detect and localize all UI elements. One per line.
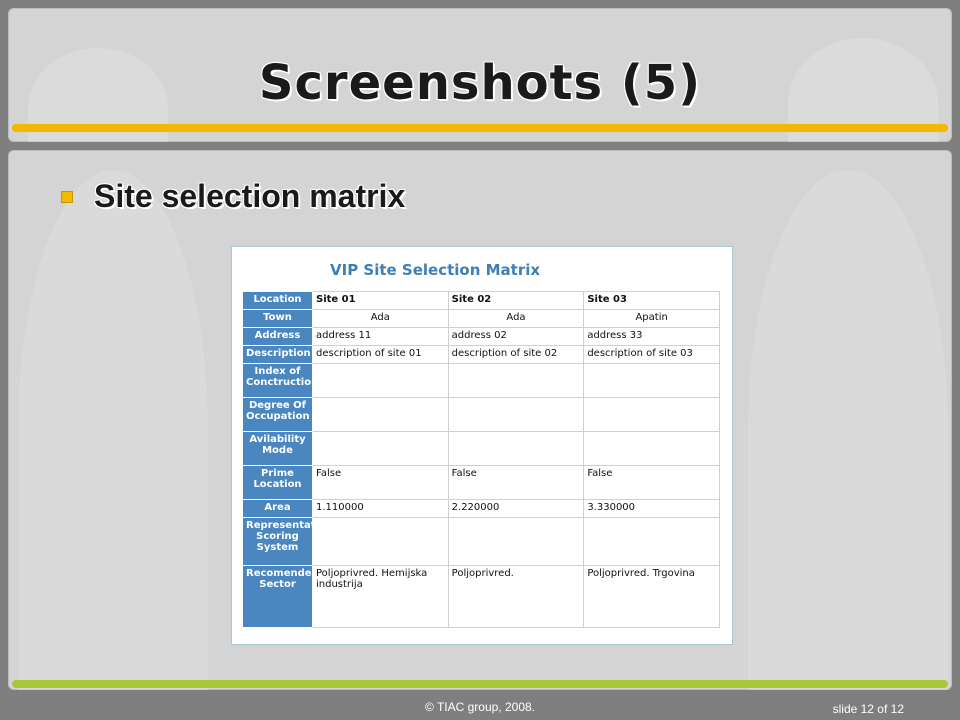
- table-cell: Poljoprivred. Hemijska industrija: [312, 565, 449, 628]
- site-selection-matrix-table: Location Site 01 Site 02 Site 03 Town Ada Ada A…: [242, 291, 720, 628]
- table-cell: False: [312, 465, 449, 500]
- row-header: Town: [242, 309, 313, 328]
- table-row: Description description of site 01 descrip…: [242, 345, 720, 364]
- table-cell: False: [447, 465, 585, 500]
- slide-title: Screenshots (5): [258, 55, 702, 111]
- row-header: Address: [242, 327, 313, 346]
- row-header: Index of Conctruction: [242, 363, 313, 398]
- row-header: Prime Location: [242, 465, 313, 500]
- row-header: Degree Of Occupation: [242, 397, 313, 432]
- table-cell: Ada: [447, 309, 585, 328]
- square-bullet-icon: [62, 191, 72, 202]
- table-row: Recomende Sector Poljoprivred. Hemijska i…: [242, 565, 720, 628]
- title-underline-bar: [12, 124, 948, 132]
- table-cell: Site 01: [312, 291, 449, 310]
- table-cell: [583, 363, 720, 398]
- table-cell: description of site 01: [312, 345, 449, 364]
- table-cell: description of site 02: [447, 345, 585, 364]
- row-header: Description: [242, 345, 313, 364]
- table-row: Area 1.110000 2.220000 3.330000: [242, 499, 720, 518]
- table-cell: [447, 517, 585, 566]
- table-row: Representat Scoring System: [242, 517, 720, 566]
- table-row: Location Site 01 Site 02 Site 03: [242, 291, 720, 310]
- table-row: Degree Of Occupation: [242, 397, 720, 432]
- table-cell: [447, 397, 585, 432]
- table-row: Prime Location False False False: [242, 465, 720, 500]
- row-header: Location: [242, 291, 313, 310]
- footer-bar: [12, 680, 948, 688]
- table-cell: description of site 03: [583, 345, 720, 364]
- table-row: Avilability Mode: [242, 431, 720, 466]
- table-cell: [312, 431, 449, 466]
- table-cell: [583, 431, 720, 466]
- table-row: Town Ada Ada Apatin: [242, 309, 720, 328]
- table-cell: [312, 363, 449, 398]
- table-cell: Poljoprivred.: [447, 565, 585, 628]
- slide-number: slide 12 of 12: [832, 702, 904, 716]
- table-cell: address 02: [447, 327, 585, 346]
- row-header: Representat Scoring System: [242, 517, 313, 566]
- copyright-text: © TIAC group, 2008.: [424, 700, 535, 714]
- table-cell: Poljoprivred. Trgovina: [583, 565, 720, 628]
- table-cell: False: [583, 465, 720, 500]
- table-cell: Site 02: [447, 291, 585, 310]
- table-cell: Apatin: [583, 309, 720, 328]
- table-cell: [583, 517, 720, 566]
- table-cell: Ada: [312, 309, 449, 328]
- table-cell: [447, 431, 585, 466]
- row-header: Avilability Mode: [242, 431, 313, 466]
- table-cell: Site 03: [583, 291, 720, 310]
- table-cell: [312, 397, 449, 432]
- table-cell: 2.220000: [447, 499, 585, 518]
- decor-shape: [18, 170, 208, 690]
- matrix-title: VIP Site Selection Matrix: [330, 261, 541, 279]
- table-cell: [583, 397, 720, 432]
- bullet-text: Site selection matrix: [94, 178, 406, 214]
- row-header: Recomende Sector: [242, 565, 313, 628]
- decor-shape: [748, 170, 948, 690]
- table-cell: 1.110000: [312, 499, 449, 518]
- table-row: Index of Conctruction: [242, 363, 720, 398]
- table-cell: address 33: [583, 327, 720, 346]
- table-cell: [447, 363, 585, 398]
- table-cell: [312, 517, 449, 566]
- table-cell: address 11: [312, 327, 449, 346]
- table-cell: 3.330000: [583, 499, 720, 518]
- table-row: Address address 11 address 02 address 33: [242, 327, 720, 346]
- bullet-item: Site selection matrix: [62, 178, 405, 215]
- row-header: Area: [242, 499, 313, 518]
- matrix-screenshot: VIP Site Selection Matrix Location Site 0…: [231, 246, 733, 645]
